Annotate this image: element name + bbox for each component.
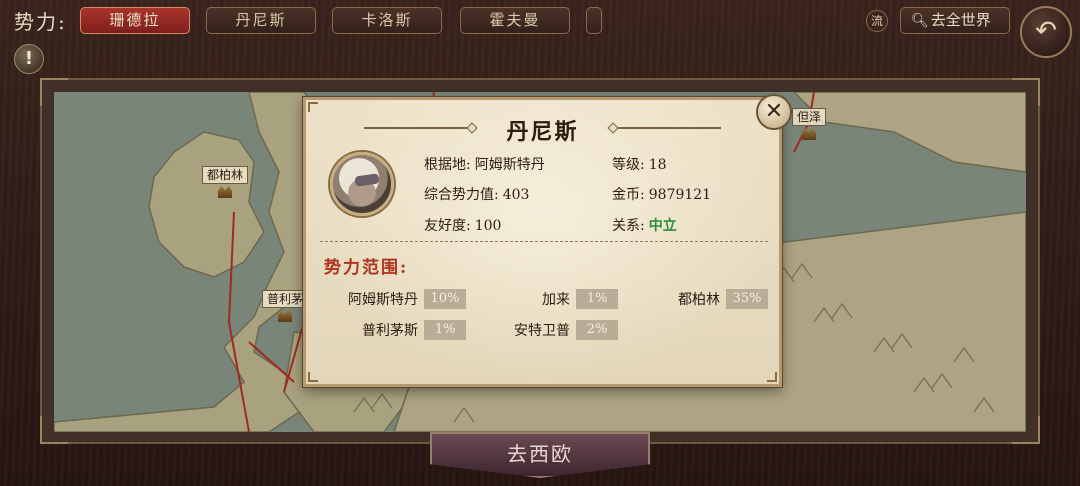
castle-icon	[218, 186, 232, 198]
faction-leader-avatar	[330, 152, 394, 216]
city-label: 普利茅	[262, 290, 309, 308]
go-world-button[interactable]: 🔍︎ 去全世界	[900, 7, 1010, 34]
faction-info-dialog: 丹尼斯 ✕ 根据地: 阿姆斯特丹 等级: 18 综合势力值: 403 金币: 98791…	[303, 94, 792, 387]
range-title: 势力范围:	[324, 258, 409, 278]
back-button[interactable]: ↶	[1020, 6, 1072, 58]
close-icon: ✕	[764, 99, 784, 124]
return-arrow-icon: ↶	[1035, 16, 1057, 46]
castle-icon	[802, 128, 816, 140]
tab-faction-dennis[interactable]: 丹尼斯	[206, 7, 316, 34]
range-item-antwerp: 安特卫普 2%	[506, 320, 618, 340]
city-plymouth[interactable]: 普利茅	[262, 290, 309, 322]
dialog-title: 丹尼斯	[506, 119, 579, 145]
city-danzig[interactable]: 但泽	[792, 108, 827, 140]
friendship-info: 友好度: 100	[424, 218, 502, 234]
search-icon: 🔍︎	[911, 13, 929, 29]
relation-value: 中立	[648, 218, 677, 234]
faction-label: 势力:	[14, 10, 67, 34]
tab-faction-more[interactable]	[586, 7, 602, 34]
gold-info: 金币: 9879121	[612, 187, 712, 203]
city-label: 但泽	[792, 108, 827, 126]
power-value: 403	[502, 187, 530, 203]
flow-button[interactable]: 流	[866, 10, 888, 32]
city-label: 都柏林	[202, 166, 249, 184]
range-item-dublin: 都柏林 35%	[656, 289, 768, 309]
tab-faction-hoffman[interactable]: 霍夫曼	[460, 7, 570, 34]
tab-faction-shandela[interactable]: 珊德拉	[80, 7, 190, 34]
go-west-europe-button[interactable]: 去西欧	[430, 432, 650, 478]
range-item-amsterdam: 阿姆斯特丹 10%	[326, 289, 466, 309]
alert-button[interactable]: !	[14, 44, 44, 74]
power-info: 综合势力值: 403	[424, 187, 530, 203]
range-pct: 1%	[576, 289, 618, 309]
friendship-value: 100	[474, 218, 502, 234]
range-pct: 35%	[726, 289, 768, 309]
close-button[interactable]: ✕	[756, 94, 792, 130]
divider	[320, 241, 768, 242]
top-bar: 势力: 珊德拉 丹尼斯 卡洛斯 霍夫曼 流 🔍︎ 去全世界	[0, 0, 1080, 40]
relation-info: 关系: 中立	[612, 218, 677, 234]
city-dublin[interactable]: 都柏林	[202, 166, 249, 198]
range-item-plymouth: 普利茅斯 1%	[326, 320, 466, 340]
level-info: 等级: 18	[612, 157, 667, 173]
range-item-calais: 加来 1%	[506, 289, 618, 309]
go-world-label: 去全世界	[930, 11, 991, 29]
level-value: 18	[648, 157, 667, 173]
base-info: 根据地: 阿姆斯特丹	[424, 157, 545, 173]
exclamation-icon: !	[24, 48, 34, 69]
tab-faction-carlos[interactable]: 卡洛斯	[332, 7, 442, 34]
castle-icon	[278, 310, 292, 322]
range-pct: 1%	[424, 320, 466, 340]
gold-value: 9879121	[648, 187, 712, 203]
range-pct: 2%	[576, 320, 618, 340]
base-value: 阿姆斯特丹	[474, 157, 545, 173]
range-pct: 10%	[424, 289, 466, 309]
